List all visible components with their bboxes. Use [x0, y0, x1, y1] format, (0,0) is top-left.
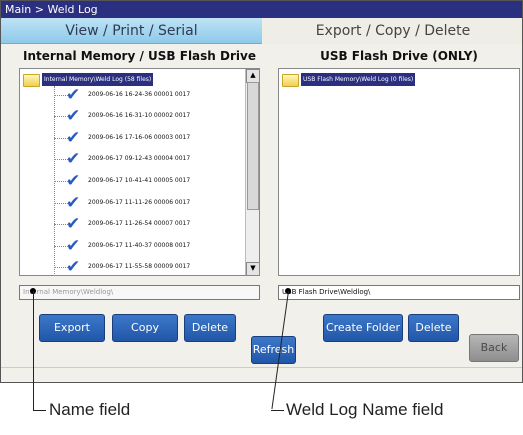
- list-item-label: 2009-06-16 17-16-06 00003 0017: [88, 134, 191, 141]
- list-item-label: 2009-06-17 10-41-41 00005 0017: [88, 177, 191, 184]
- refresh-button[interactable]: Refresh: [251, 336, 296, 364]
- tab-export-copy-delete[interactable]: Export / Copy / Delete: [262, 18, 522, 44]
- checkmark-icon: ✔: [66, 106, 81, 126]
- delete-button-right[interactable]: Delete: [408, 314, 459, 342]
- scroll-down-button[interactable]: ▼: [246, 262, 259, 275]
- checkmark-icon: ✔: [66, 257, 81, 276]
- delete-button-left[interactable]: Delete: [184, 314, 236, 342]
- copy-button[interactable]: Copy: [112, 314, 178, 342]
- weld-log-name-field-callout-tick: [271, 410, 284, 411]
- weld-log-name-field[interactable]: USB Flash Drive\Weldlog\: [278, 285, 520, 300]
- tab-view-print-serial[interactable]: View / Print / Serial: [1, 18, 262, 44]
- root-folder-internal[interactable]: Internal Memory\Weld Log (58 files): [23, 73, 154, 87]
- folder-icon: [282, 74, 299, 87]
- back-button[interactable]: Back: [469, 334, 519, 362]
- folder-icon: [23, 74, 40, 87]
- checkmark-icon: ✔: [66, 85, 81, 105]
- left-panel-title: Internal Memory / USB Flash Drive: [23, 49, 256, 63]
- list-item-label: 2009-06-17 11-55-58 00009 0017: [88, 263, 191, 270]
- list-item-label: 2009-06-17 11-11-26 00006 0017: [88, 199, 191, 206]
- list-item-label: 2009-06-16 16-31-10 00002 0017: [88, 112, 191, 119]
- root-folder-label: Internal Memory\Weld Log (58 files): [42, 73, 154, 86]
- weld-log-name-field-annotation: Weld Log Name field: [286, 400, 444, 419]
- weld-log-screen: Main > Weld Log View / Print / Serial Ex…: [0, 0, 523, 383]
- list-item-label: 2009-06-17 11-26-54 00007 0017: [88, 220, 191, 227]
- root-folder-usb[interactable]: USB Flash Memory\Weld Log (0 files): [282, 73, 416, 87]
- name-field-callout-tick: [33, 410, 46, 411]
- root-folder-label: USB Flash Memory\Weld Log (0 files): [301, 73, 416, 86]
- scrollbar-thumb[interactable]: [247, 82, 259, 210]
- export-button[interactable]: Export: [39, 314, 105, 342]
- checkmark-icon: ✔: [66, 149, 81, 169]
- right-panel-title: USB Flash Drive (ONLY): [320, 49, 478, 63]
- breadcrumb-title-bar: Main > Weld Log: [1, 1, 522, 18]
- bottom-strip: [1, 367, 522, 382]
- name-field[interactable]: Internal Memory\Weldlog\: [19, 285, 260, 300]
- create-folder-button[interactable]: Create Folder: [323, 314, 403, 342]
- vertical-scrollbar[interactable]: ▲ ▼: [245, 69, 259, 275]
- name-field-annotation: Name field: [49, 400, 131, 419]
- list-item-label: 2009-06-17 09-12-43 00004 0017: [88, 155, 191, 162]
- internal-memory-file-list[interactable]: Internal Memory\Weld Log (58 files) ✔ 20…: [19, 68, 260, 276]
- scroll-up-button[interactable]: ▲: [246, 69, 259, 83]
- list-item-label: 2009-06-16 16-24-36 00001 0017: [88, 91, 191, 98]
- checkmark-icon: ✔: [66, 128, 81, 148]
- checkmark-icon: ✔: [66, 214, 81, 234]
- usb-flash-file-list[interactable]: USB Flash Memory\Weld Log (0 files): [278, 68, 520, 276]
- name-field-callout-line: [33, 291, 34, 410]
- checkmark-icon: ✔: [66, 171, 81, 191]
- checkmark-icon: ✔: [66, 236, 81, 256]
- checkmark-icon: ✔: [66, 193, 81, 213]
- list-item-label: 2009-06-17 11-40-37 00008 0017: [88, 242, 191, 249]
